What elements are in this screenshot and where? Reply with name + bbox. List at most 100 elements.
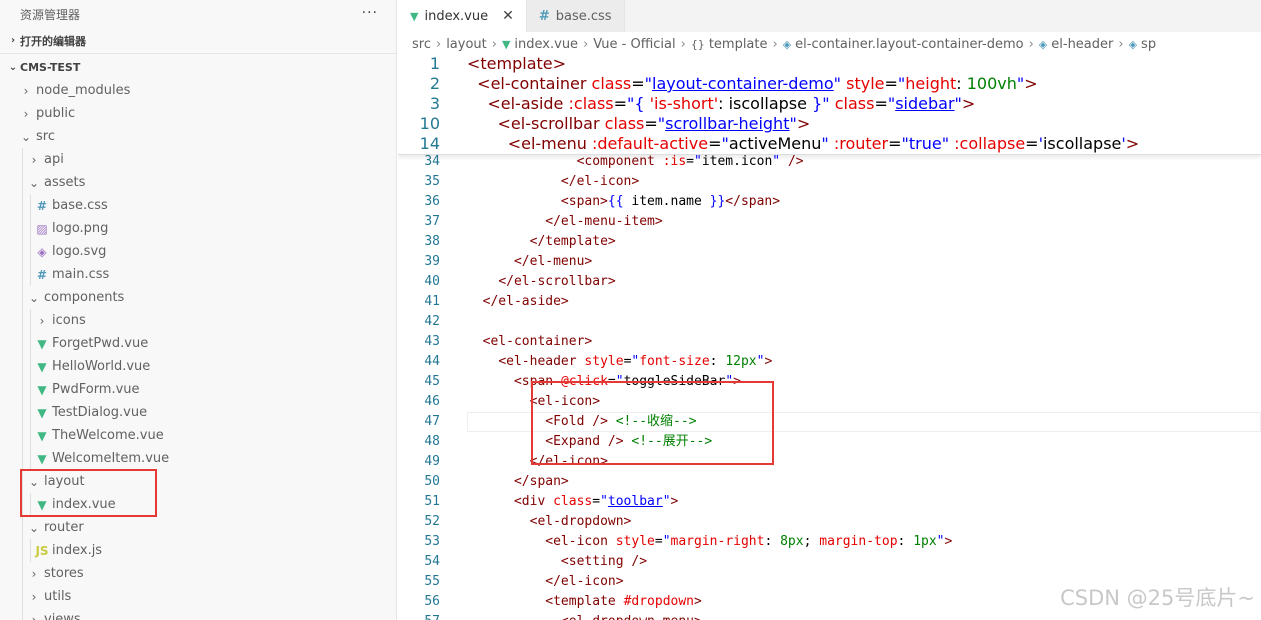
tree-file[interactable]: JS index.js xyxy=(0,539,396,562)
breadcrumb-item[interactable]: el-container.layout-container-demo xyxy=(795,37,1023,52)
code-line[interactable]: 44 <el-header style="font-size: 12px"> xyxy=(398,352,1261,372)
breadcrumb-item[interactable]: index.vue xyxy=(514,37,578,52)
tree-file[interactable]: ▼ WelcomeItem.vue xyxy=(0,447,396,470)
indent-guide xyxy=(22,447,23,470)
code-line[interactable]: 14 <el-menu :default-active="activeMenu"… xyxy=(398,134,1261,154)
tree-folder[interactable]: ⌄ components xyxy=(0,286,396,309)
tree-file[interactable]: ▼ PwdForm.vue xyxy=(0,378,396,401)
code-line[interactable]: 53 <el-icon style="margin-right: 8px; ma… xyxy=(398,532,1261,552)
code-text: </el-menu> xyxy=(513,254,593,269)
breadcrumb-item[interactable]: src xyxy=(412,37,431,52)
breadcrumb-item[interactable]: sp xyxy=(1141,37,1156,52)
indent-guide xyxy=(22,148,23,171)
line-number: 10 xyxy=(419,114,440,133)
css-icon: # xyxy=(538,8,550,24)
tree-file[interactable]: # base.css xyxy=(0,194,396,217)
tree-item-label: node_modules xyxy=(36,83,131,98)
chevron-right-icon: › xyxy=(31,589,37,604)
braces-icon: {} xyxy=(690,37,705,51)
tree-item-label: TestDialog.vue xyxy=(52,405,148,420)
code-line[interactable]: 10 <el-scrollbar class="scrollbar-height… xyxy=(398,114,1261,134)
tree-folder[interactable]: › icons xyxy=(0,309,396,332)
tree-file[interactable]: # main.css xyxy=(0,263,396,286)
code-line[interactable]: 41 </el-aside> xyxy=(398,292,1261,312)
open-editors-section[interactable]: › 打开的编辑器 xyxy=(0,28,396,54)
tree-folder[interactable]: ⌄ assets xyxy=(0,171,396,194)
code-line[interactable]: 46 <el-icon> xyxy=(398,392,1261,412)
code-line[interactable]: 40 </el-scrollbar> xyxy=(398,272,1261,292)
code-text: <setting /> xyxy=(560,554,648,569)
code-line[interactable]: 42 xyxy=(398,312,1261,332)
code-line[interactable]: 47 <Fold /> <!--收缩--> xyxy=(398,412,1261,432)
tree-item-label: icons xyxy=(52,313,86,328)
code-line[interactable]: 49 </el-icon> xyxy=(398,452,1261,472)
tree-folder[interactable]: › node_modules xyxy=(0,79,396,102)
code-line[interactable]: 34 <component :is="item.icon" /> xyxy=(398,152,1261,172)
indent-guide xyxy=(30,378,31,401)
breadcrumb-separator: › xyxy=(680,36,686,52)
tree-folder[interactable]: › api xyxy=(0,148,396,171)
indent-guide xyxy=(22,240,23,263)
code-text: <div class="toolbar"> xyxy=(513,494,679,509)
code-area[interactable]: 34 <component :is="item.icon" /> 35 </el-… xyxy=(398,154,1261,620)
tree-folder[interactable]: ⌄ router xyxy=(0,516,396,539)
tree-file[interactable]: ▼ ForgetPwd.vue xyxy=(0,332,396,355)
tree-file[interactable]: ▼ TestDialog.vue xyxy=(0,401,396,424)
chevron-right-icon: › xyxy=(10,35,16,46)
more-actions-icon[interactable]: ··· xyxy=(362,5,378,21)
tab-base-css[interactable]: # base.css xyxy=(526,0,625,32)
code-line[interactable]: 52 <el-dropdown> xyxy=(398,512,1261,532)
indent-guide xyxy=(30,217,31,240)
code-line[interactable]: 38 </template> xyxy=(398,232,1261,252)
explorer-title-bar: 资源管理器 ··· xyxy=(0,0,396,28)
code-line[interactable]: 36 <span>{{ item.name }}</span> xyxy=(398,192,1261,212)
breadcrumb-item[interactable]: layout xyxy=(446,37,487,52)
tree-file[interactable]: ◈ logo.svg xyxy=(0,240,396,263)
tree-file[interactable]: ▼ TheWelcome.vue xyxy=(0,424,396,447)
indent-guide xyxy=(30,263,31,286)
code-line[interactable]: 57 <el-dropdown-menu> xyxy=(398,612,1261,620)
code-text: <span>{{ item.name }}</span> xyxy=(560,194,781,209)
code-line[interactable]: 45 <span @click="toggleSideBar"> xyxy=(398,372,1261,392)
tree-folder[interactable]: › views xyxy=(0,608,396,620)
code-line[interactable]: 51 <div class="toolbar"> xyxy=(398,492,1261,512)
line-number: 42 xyxy=(424,314,440,329)
tree-file[interactable]: ▨ logo.png xyxy=(0,217,396,240)
indent-guide xyxy=(22,401,23,424)
code-line[interactable]: 39 </el-menu> xyxy=(398,252,1261,272)
breadcrumb-item[interactable]: template xyxy=(709,37,768,52)
tab-index-vue[interactable]: ▼ index.vue ✕ xyxy=(398,0,527,32)
tree-folder[interactable]: ⌄ src xyxy=(0,125,396,148)
code-text: </el-aside> xyxy=(482,294,569,309)
code-line[interactable]: 2 <el-container class="layout-container-… xyxy=(398,74,1261,94)
code-line[interactable]: 50 </span> xyxy=(398,472,1261,492)
code-text: <template #dropdown> xyxy=(545,594,702,609)
code-text: <el-dropdown-menu> xyxy=(467,612,702,620)
line-number: 55 xyxy=(424,574,440,589)
line-number: 35 xyxy=(424,174,440,189)
code-line[interactable]: 1 <template> xyxy=(398,54,1261,74)
line-number: 39 xyxy=(424,254,440,269)
tree-folder[interactable]: › public xyxy=(0,102,396,125)
line-number: 44 xyxy=(424,354,440,369)
breadcrumb-item[interactable]: el-header xyxy=(1051,37,1113,52)
code-line[interactable]: 37 </el-menu-item> xyxy=(398,212,1261,232)
explorer-title: 资源管理器 xyxy=(20,7,81,22)
code-line[interactable]: 35 </el-icon> xyxy=(398,172,1261,192)
line-number: 46 xyxy=(424,394,440,409)
line-number: 49 xyxy=(424,454,440,469)
project-section[interactable]: ⌄ CMS-TEST xyxy=(0,54,396,80)
tree-folder[interactable]: › stores xyxy=(0,562,396,585)
editor-pane: ▼ index.vue ✕ # base.css src › layout › ▼ index.v… xyxy=(398,0,1261,620)
tree-file[interactable]: ▼ HelloWorld.vue xyxy=(0,355,396,378)
breadcrumb-item[interactable]: Vue - Official xyxy=(593,37,675,52)
indent-guide xyxy=(30,447,31,470)
code-line[interactable]: 43 <el-container> xyxy=(398,332,1261,352)
tree-item-label: base.css xyxy=(52,198,108,213)
close-icon[interactable]: ✕ xyxy=(502,8,514,24)
code-line[interactable]: 3 <el-aside :class="{ 'is-short': iscoll… xyxy=(398,94,1261,114)
code-line[interactable]: 54 <setting /> xyxy=(398,552,1261,572)
code-line[interactable]: 48 <Expand /> <!--展开--> xyxy=(398,432,1261,452)
code-text: </el-menu-item> xyxy=(545,214,663,229)
tree-folder[interactable]: › utils xyxy=(0,585,396,608)
